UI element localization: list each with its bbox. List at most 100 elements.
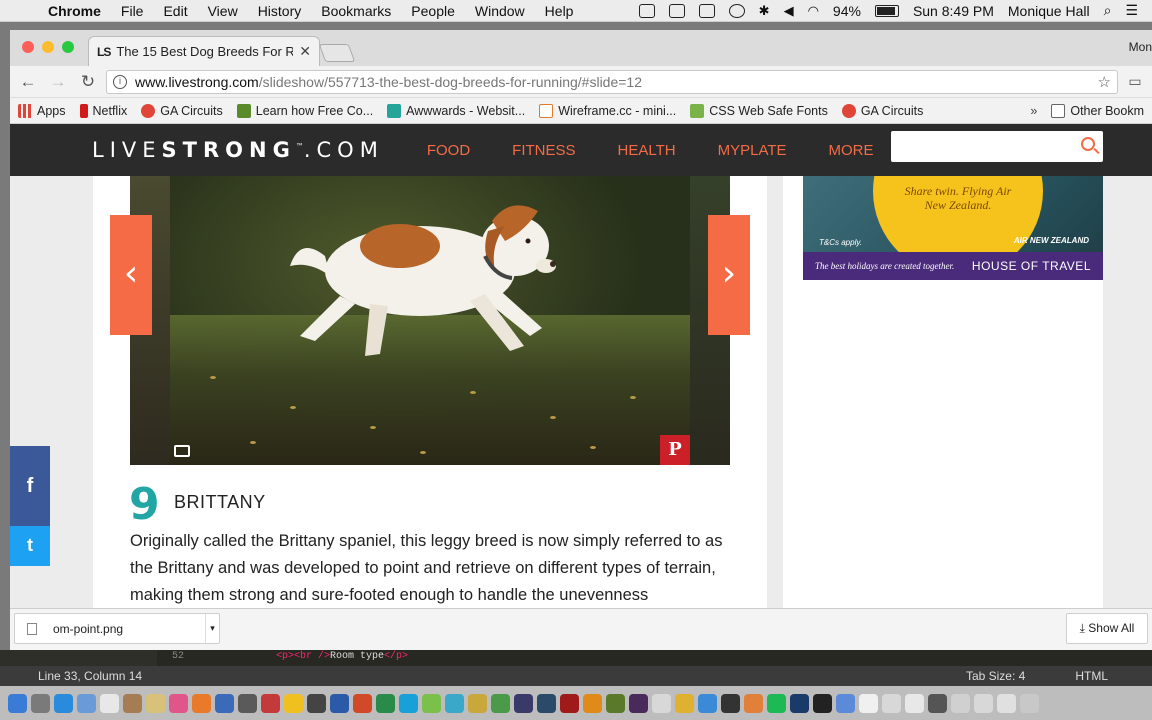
menu-app-name[interactable]: Chrome (38, 3, 111, 19)
app-icon[interactable] (491, 693, 510, 713)
time-machine-icon[interactable] (728, 3, 745, 18)
menu-help[interactable]: Help (535, 3, 584, 19)
nav-myplate[interactable]: MYPLATE (718, 142, 787, 159)
bookmark-netflix[interactable]: Netflix (79, 103, 127, 118)
app-icon[interactable] (698, 693, 717, 713)
audition-icon[interactable] (537, 693, 556, 713)
flash-icon[interactable] (560, 693, 579, 713)
next-slide-button[interactable]: › (708, 215, 750, 335)
minimize-window-icon[interactable] (42, 41, 54, 53)
shield-icon[interactable] (668, 3, 685, 18)
back-icon[interactable]: ← (16, 72, 40, 92)
fireworks-icon[interactable] (606, 693, 625, 713)
window-icon[interactable] (905, 693, 924, 713)
dropbox-icon[interactable] (698, 3, 715, 18)
trash-icon[interactable] (1020, 693, 1039, 713)
window-icon[interactable] (882, 693, 901, 713)
nav-health[interactable]: HEALTH (618, 142, 676, 159)
app-store-icon[interactable] (215, 693, 234, 713)
safari-icon[interactable] (54, 693, 73, 713)
site-search-input[interactable] (891, 131, 1103, 162)
bookmark-star-icon[interactable]: ☆ (1098, 73, 1111, 91)
cast-icon[interactable]: ▭ (1124, 73, 1146, 90)
camera-icon[interactable] (174, 445, 190, 457)
app-icon[interactable] (721, 693, 740, 713)
window-icon[interactable] (997, 693, 1016, 713)
spotify-icon[interactable] (767, 693, 786, 713)
menu-people[interactable]: People (401, 3, 465, 19)
after-effects-icon[interactable] (514, 693, 533, 713)
contacts-icon[interactable] (123, 693, 142, 713)
chrome-icon[interactable] (675, 693, 694, 713)
app-icon[interactable] (422, 693, 441, 713)
address-bar[interactable]: i www.livestrong.com /slideshow/557713-t… (106, 69, 1118, 94)
bookmark-ga-circuits[interactable]: GA Circuits (141, 103, 223, 118)
reload-icon[interactable]: ↻ (76, 72, 100, 92)
battery-icon[interactable] (874, 4, 899, 17)
app-icon[interactable] (399, 693, 418, 713)
wifi-icon[interactable]: ◠ (808, 3, 819, 19)
word-icon[interactable] (330, 693, 349, 713)
app-icon[interactable] (652, 693, 671, 713)
document-icon[interactable] (859, 693, 878, 713)
folder-icon[interactable] (836, 693, 855, 713)
window-icon[interactable] (974, 693, 993, 713)
photo-icon[interactable] (146, 693, 165, 713)
other-bookmarks[interactable]: Other Bookm (1051, 103, 1144, 118)
finder-icon[interactable] (8, 693, 27, 713)
preferences-icon[interactable] (238, 693, 257, 713)
menu-file[interactable]: File (111, 3, 154, 19)
bluetooth-icon[interactable]: ✱ (759, 3, 770, 19)
itunes-icon[interactable] (169, 693, 188, 713)
calendar-icon[interactable] (100, 693, 119, 713)
active-tab[interactable]: LS The 15 Best Dog Breeds For R ✕ (88, 36, 320, 66)
download-item[interactable]: om-point.png ▾ (14, 613, 220, 644)
bookmark-awwwards[interactable]: Awwwards - Websit... (387, 103, 525, 118)
menu-history[interactable]: History (248, 3, 312, 19)
display-icon[interactable] (638, 3, 655, 18)
syntax-mode[interactable]: HTML (1075, 669, 1108, 683)
powerpoint-icon[interactable] (353, 693, 372, 713)
code-line[interactable]: <p><br />Room type</p> (276, 651, 408, 662)
battery-percent[interactable]: 94% (833, 3, 861, 19)
bookmark-ga-circuits-2[interactable]: GA Circuits (841, 103, 923, 118)
new-tab-button[interactable] (318, 44, 356, 62)
app-icon[interactable] (468, 693, 487, 713)
app-icon[interactable] (261, 693, 280, 713)
menu-edit[interactable]: Edit (153, 3, 197, 19)
volume-icon[interactable]: ◀ (784, 3, 794, 19)
bookmark-learn-free-code[interactable]: Learn how Free Co... (236, 103, 373, 118)
app-icon[interactable] (307, 693, 326, 713)
site-info-icon[interactable]: i (113, 74, 127, 89)
photoshop-icon[interactable] (790, 693, 809, 713)
ibooks-icon[interactable] (192, 693, 211, 713)
profile-name[interactable]: Mon (1129, 40, 1152, 54)
window-icon[interactable] (951, 693, 970, 713)
bookmark-wireframe[interactable]: Wireframe.cc - mini... (539, 103, 676, 118)
mail-icon[interactable] (77, 693, 96, 713)
premiere-icon[interactable] (629, 693, 648, 713)
terminal-icon[interactable] (928, 693, 947, 713)
menu-window[interactable]: Window (465, 3, 535, 19)
close-window-icon[interactable] (22, 41, 34, 53)
app-icon[interactable] (445, 693, 464, 713)
user-name[interactable]: Monique Hall (1008, 3, 1090, 19)
app-icon[interactable] (284, 693, 303, 713)
bookmark-apps[interactable]: Apps (18, 103, 66, 118)
menu-view[interactable]: View (198, 3, 248, 19)
app-icon[interactable] (744, 693, 763, 713)
download-menu-icon[interactable]: ▾ (205, 614, 219, 643)
launchpad-icon[interactable] (31, 693, 50, 713)
search-icon[interactable] (1081, 137, 1095, 151)
previous-slide-button[interactable]: ‹ (110, 215, 152, 335)
spotlight-icon[interactable]: ⌕ (1104, 2, 1112, 19)
nav-fitness[interactable]: FITNESS (512, 142, 575, 159)
advertisement[interactable]: Share twin. Flying Air New Zealand. T&Cs… (803, 176, 1103, 280)
clock[interactable]: Sun 8:49 PM (913, 3, 994, 19)
notification-center-icon[interactable]: ☰ (1125, 2, 1138, 19)
bookmarks-overflow-button[interactable]: » (1030, 104, 1037, 118)
excel-icon[interactable] (376, 693, 395, 713)
nav-food[interactable]: FOOD (427, 142, 470, 159)
bookmark-css-fonts[interactable]: CSS Web Safe Fonts (690, 103, 828, 118)
github-icon[interactable] (813, 693, 832, 713)
